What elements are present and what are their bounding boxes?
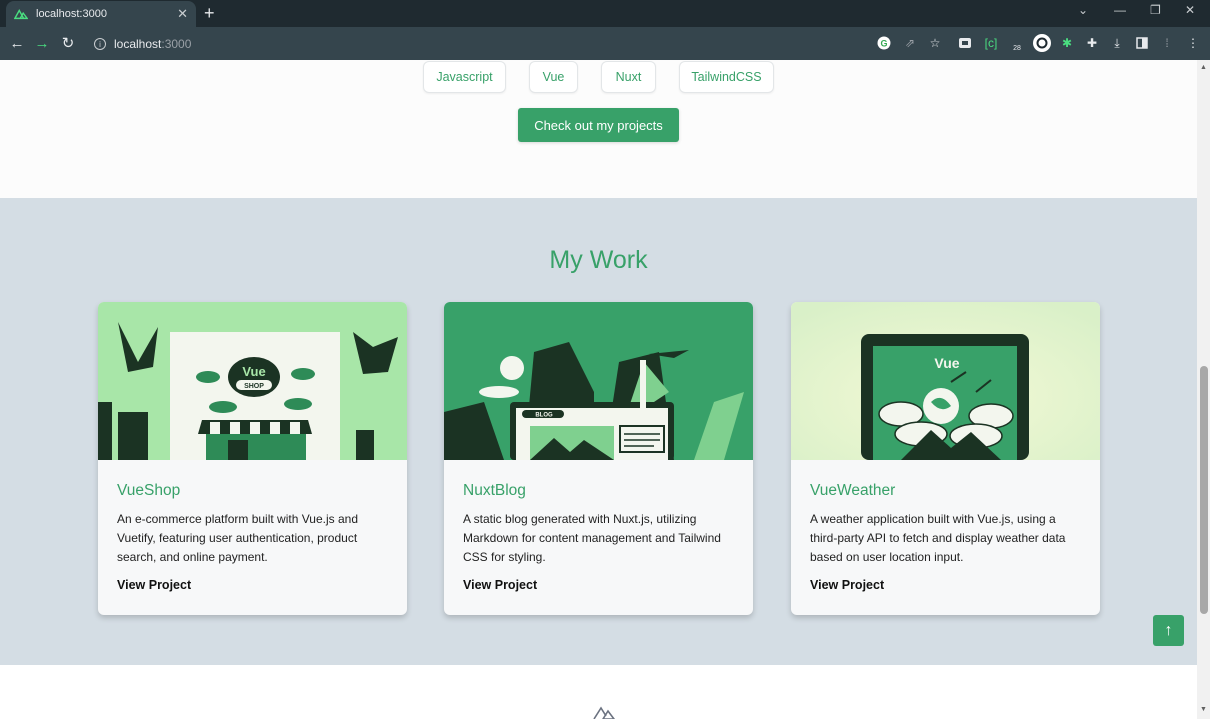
- page-viewport: Javascript Vue Nuxt TailwindCSS Check ou…: [0, 60, 1197, 719]
- side-panel-icon[interactable]: [1135, 36, 1149, 50]
- vueshop-sign-bottom: SHOP: [244, 383, 264, 390]
- project-card-vueweather: Vue VueWeather A weather application bui…: [791, 302, 1100, 615]
- minimize-icon[interactable]: —: [1114, 3, 1126, 17]
- extensions-puzzle-icon[interactable]: ✚: [1085, 36, 1099, 50]
- my-work-section: My Work Vue SHOP VueShop An e-commerce p…: [0, 198, 1197, 665]
- page-scrollbar[interactable]: ▲ ▼: [1197, 60, 1210, 719]
- nuxtblog-illustration: BLOG: [444, 302, 753, 460]
- view-project-link-vueshop[interactable]: View Project: [117, 578, 191, 592]
- skill-tag-vue: Vue: [529, 61, 578, 93]
- hero-section: Javascript Vue Nuxt TailwindCSS Check ou…: [0, 60, 1197, 198]
- scroll-down-icon[interactable]: ▼: [1200, 706, 1207, 713]
- weather-sign: Vue: [934, 355, 959, 371]
- extension-code-icon[interactable]: [c]: [984, 36, 998, 50]
- view-project-link-vueweather[interactable]: View Project: [810, 578, 884, 592]
- project-title: VueWeather: [810, 482, 896, 499]
- share-icon[interactable]: ⇗: [903, 36, 917, 50]
- scroll-up-icon[interactable]: ▲: [1200, 64, 1207, 71]
- arrow-up-icon: ↑: [1164, 621, 1173, 639]
- skill-tag-javascript: Javascript: [423, 61, 506, 93]
- extension-bug-icon[interactable]: ✱: [1060, 36, 1074, 50]
- tab-title: localhost:3000: [36, 8, 107, 20]
- extension-screenshot-icon[interactable]: [958, 36, 972, 50]
- vueweather-illustration: Vue: [791, 302, 1100, 460]
- forward-icon[interactable]: →: [33, 34, 51, 52]
- browser-tab[interactable]: localhost:3000 ✕: [6, 1, 196, 27]
- browser-menu-icon[interactable]: ⋮: [1186, 36, 1200, 50]
- tab-search-icon[interactable]: ⌄: [1078, 3, 1088, 17]
- reload-icon[interactable]: ↻: [59, 34, 77, 52]
- address-bar[interactable]: i localhost:3000: [86, 31, 866, 57]
- google-icon[interactable]: G: [877, 36, 891, 50]
- tab-close-icon[interactable]: ✕: [177, 6, 188, 22]
- svg-text:G: G: [880, 39, 887, 49]
- browser-toolbar: ← → ↻ i localhost:3000 G ⇗ ☆ [c] 28 ✱ ✚ …: [0, 27, 1210, 60]
- check-out-projects-button[interactable]: Check out my projects: [518, 108, 679, 142]
- vueshop-sign-top: Vue: [242, 364, 265, 379]
- vueshop-illustration: Vue SHOP: [98, 302, 407, 460]
- bookmark-star-icon[interactable]: ☆: [928, 36, 942, 50]
- project-description: A static blog generated with Nuxt.js, ut…: [463, 512, 721, 564]
- back-icon[interactable]: ←: [8, 34, 26, 52]
- project-card-nuxtblog: BLOG NuxtBlog A static blog generated wi…: [444, 302, 753, 615]
- blog-sign: BLOG: [535, 413, 553, 419]
- nuxt-logo-icon: [593, 706, 615, 719]
- project-description: An e-commerce platform built with Vue.js…: [117, 512, 358, 564]
- new-tab-icon[interactable]: +: [204, 3, 215, 24]
- project-description: A weather application built with Vue.js,…: [810, 512, 1066, 564]
- profile-extension-icon[interactable]: [1033, 34, 1051, 52]
- scroll-to-top-button[interactable]: ↑: [1153, 615, 1184, 646]
- site-info-icon[interactable]: i: [94, 38, 106, 50]
- browser-tab-bar: localhost:3000 ✕ + ⌄ — ❐ ✕: [0, 0, 1210, 27]
- download-icon[interactable]: ⤓: [1110, 36, 1124, 50]
- page-footer: [0, 665, 1197, 719]
- project-title: NuxtBlog: [463, 482, 526, 499]
- scrollbar-thumb[interactable]: [1200, 366, 1208, 614]
- extension-badge-icon[interactable]: 28: [1010, 36, 1024, 52]
- section-title: My Work: [549, 246, 648, 274]
- project-title: VueShop: [117, 482, 181, 499]
- skill-tag-tailwindcss: TailwindCSS: [679, 61, 774, 93]
- extension-badge-count: 28: [1013, 44, 1021, 52]
- restore-icon[interactable]: ❐: [1150, 3, 1161, 17]
- project-card-vueshop: Vue SHOP VueShop An e-commerce platform …: [98, 302, 407, 615]
- close-window-icon[interactable]: ✕: [1185, 3, 1195, 17]
- nuxt-favicon-icon: [14, 9, 28, 20]
- skill-tag-nuxt: Nuxt: [601, 61, 656, 93]
- extension-pin-icon[interactable]: ⁞: [1160, 36, 1174, 50]
- view-project-link-nuxtblog[interactable]: View Project: [463, 578, 537, 592]
- url-text: localhost:3000: [114, 37, 192, 51]
